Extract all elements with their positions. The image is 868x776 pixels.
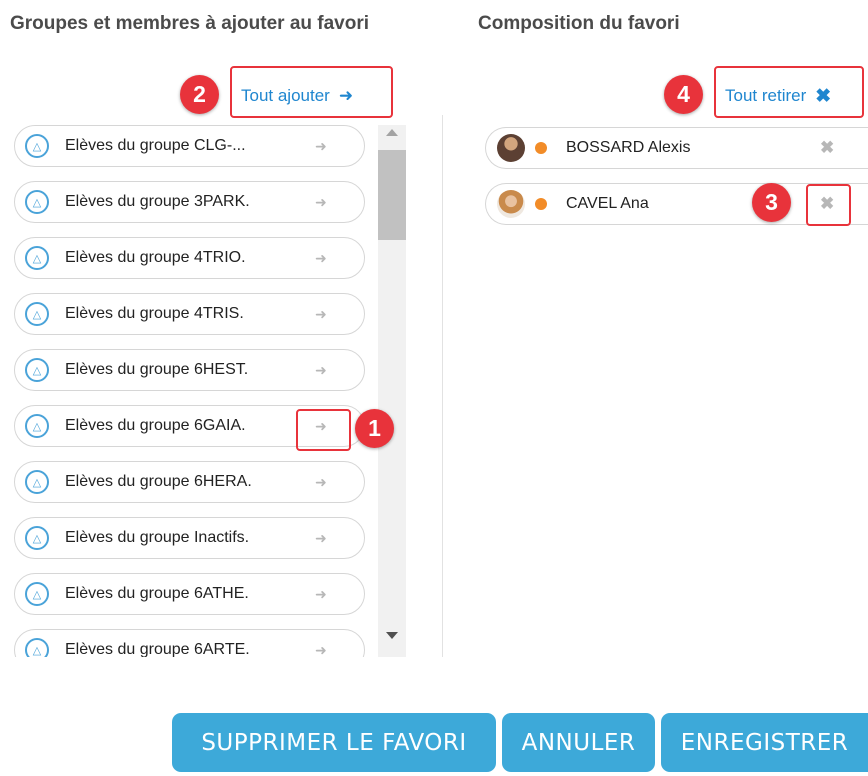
arrow-right-icon[interactable]: ➜ (315, 250, 327, 267)
group-label: Elèves du groupe 6ARTE. (65, 641, 250, 657)
save-button[interactable]: ENREGISTRER (661, 713, 868, 772)
group-icon: △ (25, 414, 49, 438)
callout-badge-4: 4 (664, 75, 703, 114)
arrow-right-icon[interactable]: ➜ (315, 138, 327, 155)
group-icon: △ (25, 134, 49, 158)
group-icon: △ (25, 190, 49, 214)
member-name: CAVEL Ana (566, 195, 649, 212)
group-label: Elèves du groupe 6ATHE. (65, 585, 249, 602)
arrow-right-icon[interactable]: ➜ (315, 194, 327, 211)
list-item[interactable]: △ Elèves du groupe 6HEST. ➜ (14, 349, 365, 391)
group-label: Elèves du groupe CLG-... (65, 137, 246, 154)
group-icon: △ (25, 526, 49, 550)
group-label: Elèves du groupe Inactifs. (65, 529, 250, 546)
member-name: BOSSARD Alexis (566, 139, 691, 156)
callout-badge-2: 2 (180, 75, 219, 114)
arrow-right-icon[interactable]: ➜ (315, 530, 327, 547)
status-dot (535, 198, 547, 210)
list-item[interactable]: △ Elèves du groupe 6HERA. ➜ (14, 461, 365, 503)
group-icon: △ (25, 358, 49, 382)
arrow-right-icon[interactable]: ➜ (315, 642, 327, 658)
list-item[interactable]: △ Elèves du groupe CLG-... ➜ (14, 125, 365, 167)
group-label: Elèves du groupe 4TRIO. (65, 249, 246, 266)
scroll-thumb[interactable] (378, 150, 406, 240)
group-label: Elèves du groupe 6GAIA. (65, 417, 246, 434)
group-label: Elèves du groupe 6HEST. (65, 361, 249, 378)
list-item[interactable]: △ Elèves du groupe 6ARTE. ➜ (14, 629, 365, 657)
right-panel-title: Composition du favori (478, 13, 680, 34)
callout-badge-3: 3 (752, 183, 791, 222)
status-dot (535, 142, 547, 154)
groups-list[interactable]: △ Elèves du groupe CLG-... ➜ △ Elèves du… (14, 125, 406, 657)
avatar (497, 134, 525, 162)
group-label: Elèves du groupe 3PARK. (65, 193, 250, 210)
arrow-right-icon[interactable]: ➜ (315, 586, 327, 603)
group-icon: △ (25, 470, 49, 494)
cancel-button[interactable]: ANNULER (502, 713, 655, 772)
avatar (497, 190, 525, 218)
group-icon: △ (25, 302, 49, 326)
arrow-right-icon[interactable]: ➜ (315, 474, 327, 491)
scrollbar[interactable] (378, 125, 406, 657)
group-icon: △ (25, 638, 49, 657)
list-item[interactable]: △ Elèves du groupe 4TRIS. ➜ (14, 293, 365, 335)
scroll-up-icon[interactable] (386, 129, 398, 136)
callout-frame-4 (714, 66, 864, 118)
callout-frame-1 (296, 409, 351, 451)
callout-frame-2 (230, 66, 393, 118)
callout-badge-1: 1 (355, 409, 394, 448)
delete-favorite-button[interactable]: SUPPRIMER LE FAVORI (172, 713, 496, 772)
scroll-down-icon[interactable] (386, 632, 398, 639)
list-item[interactable]: △ Elèves du groupe 6ATHE. ➜ (14, 573, 365, 615)
left-panel-title: Groupes et membres à ajouter au favori (10, 13, 370, 34)
list-item[interactable]: △ Elèves du groupe Inactifs. ➜ (14, 517, 365, 559)
list-item[interactable]: △ Elèves du groupe 3PARK. ➜ (14, 181, 365, 223)
group-icon: △ (25, 582, 49, 606)
member-row: BOSSARD Alexis ✖ (485, 127, 868, 169)
arrow-right-icon[interactable]: ➜ (315, 362, 327, 379)
group-label: Elèves du groupe 4TRIS. (65, 305, 244, 322)
group-label: Elèves du groupe 6HERA. (65, 473, 252, 490)
arrow-right-icon[interactable]: ➜ (315, 306, 327, 323)
panel-divider (442, 115, 443, 657)
close-icon[interactable]: ✖ (820, 138, 834, 158)
list-item[interactable]: △ Elèves du groupe 4TRIO. ➜ (14, 237, 365, 279)
group-icon: △ (25, 246, 49, 270)
callout-frame-3 (806, 184, 851, 226)
